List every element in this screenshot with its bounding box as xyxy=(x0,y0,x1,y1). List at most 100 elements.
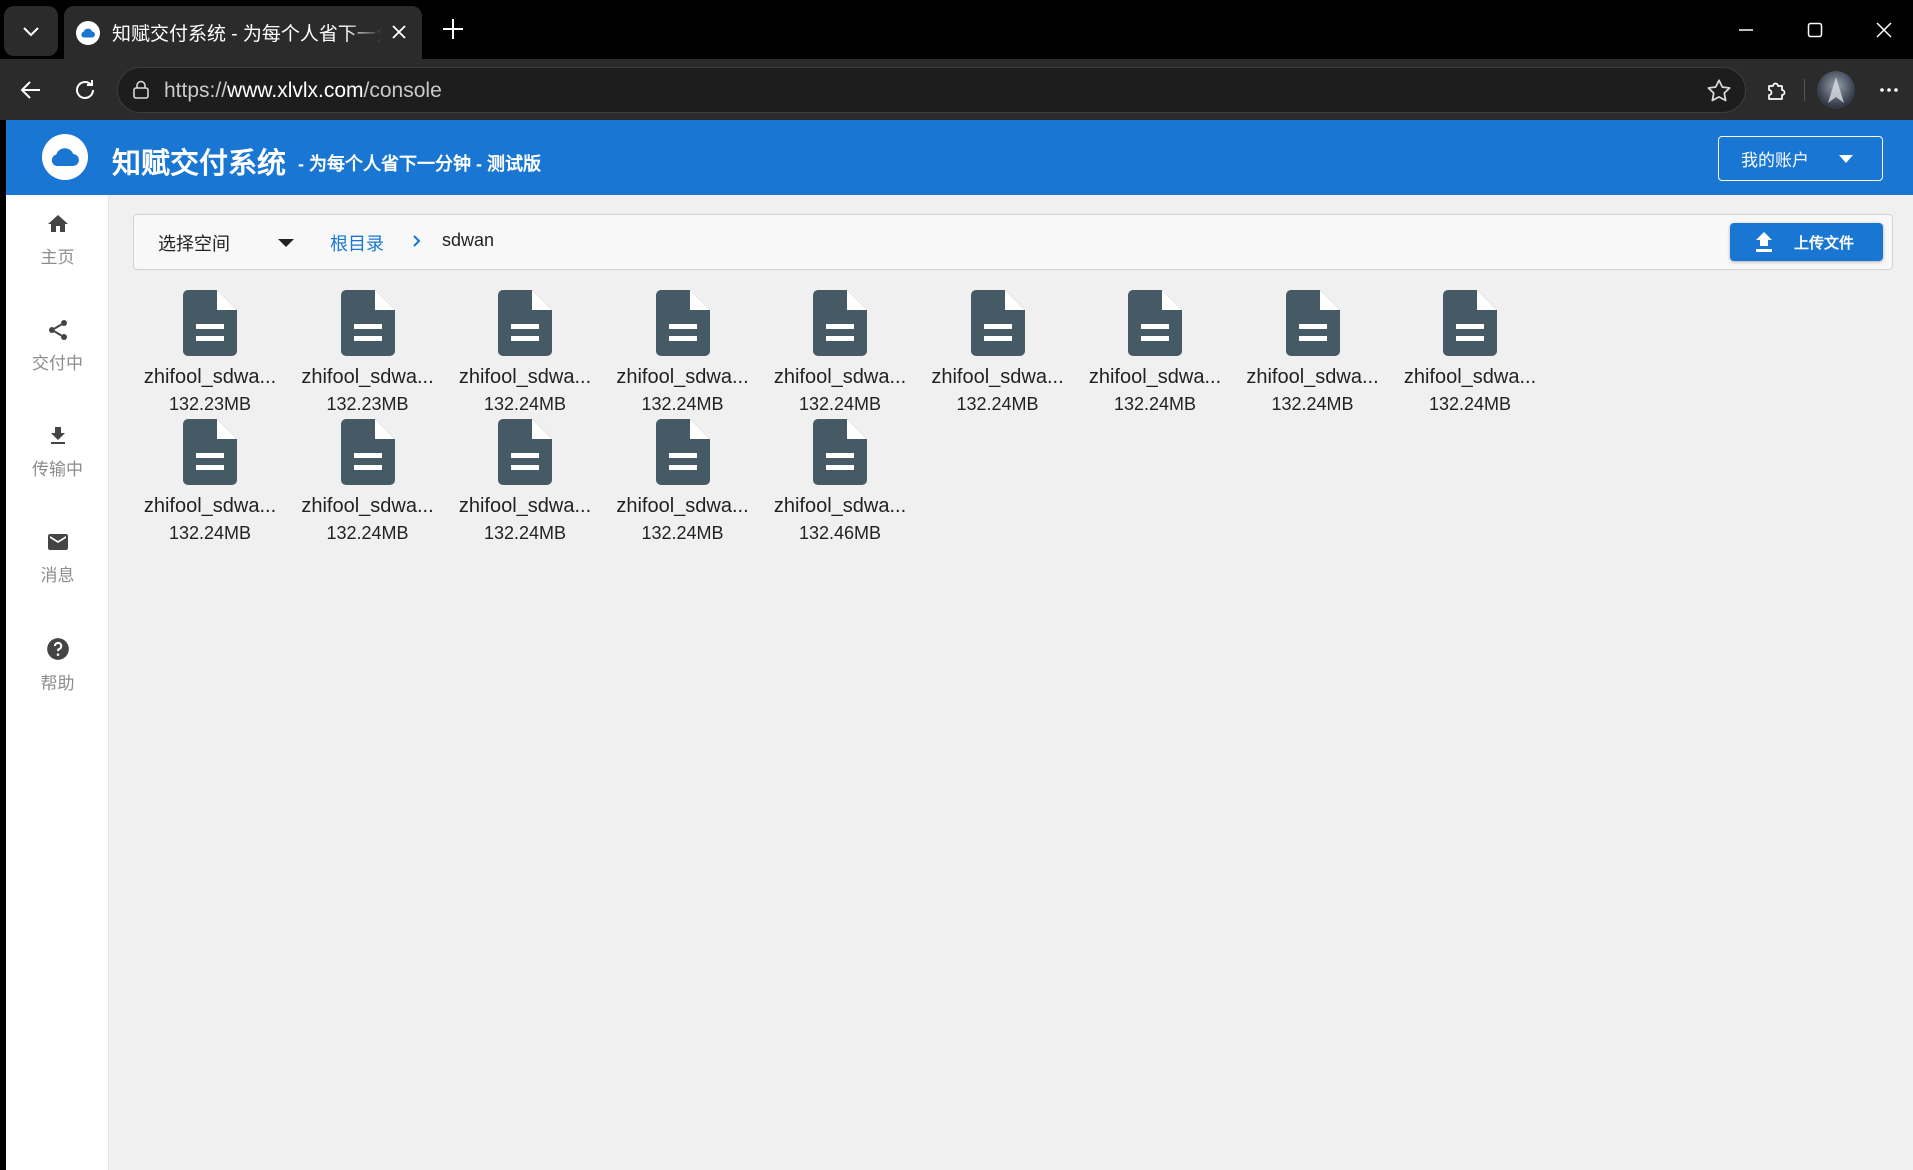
sidebar-item-messages[interactable]: 消息 xyxy=(6,518,109,598)
file-document-icon xyxy=(655,419,710,485)
new-tab-button[interactable] xyxy=(436,12,470,46)
browser-toolbar: https://www.xlvlx.com/console xyxy=(0,59,1913,120)
cloud-logo-icon[interactable] xyxy=(42,134,88,180)
sidebar-item-label: 消息 xyxy=(40,566,75,585)
file-document-icon xyxy=(1128,290,1182,356)
file-name: zhifool_sdwa... xyxy=(1403,366,1537,388)
url-path: /console xyxy=(363,79,442,102)
file-document-icon xyxy=(183,419,237,485)
breadcrumb-current: sdwan xyxy=(442,230,495,250)
share-icon xyxy=(48,320,67,340)
profile-avatar[interactable] xyxy=(1817,71,1855,109)
tab-close-icon[interactable] xyxy=(386,19,412,45)
file-item[interactable]: zhifool_sdwa... 132.24MB xyxy=(604,419,762,569)
path-toolbar: 选择空间 根目录 sdwan 上传文件 xyxy=(133,214,1893,270)
file-size: 132.24MB xyxy=(641,394,724,414)
cloud-favicon-icon xyxy=(76,20,100,45)
file-name: zhifool_sdwa... xyxy=(143,366,277,388)
back-button[interactable] xyxy=(10,69,52,111)
window-close-button[interactable] xyxy=(1859,8,1909,52)
file-item[interactable]: zhifool_sdwa... 132.24MB xyxy=(1076,290,1234,440)
file-size: 132.24MB xyxy=(1113,394,1197,414)
caret-down-icon[interactable] xyxy=(278,239,294,247)
lock-icon[interactable] xyxy=(130,79,152,106)
file-name: zhifool_sdwa... xyxy=(301,366,434,388)
sidebar-item-help[interactable]: 帮助 xyxy=(6,624,109,704)
file-size: 132.24MB xyxy=(1271,394,1354,414)
file-item[interactable]: zhifool_sdwa... 132.24MB xyxy=(289,419,447,569)
file-item[interactable]: zhifool_sdwa... 132.23MB xyxy=(131,290,289,440)
sidebar-item-label: 主页 xyxy=(40,248,75,267)
file-size: 132.24MB xyxy=(483,394,567,414)
file-document-icon xyxy=(813,419,867,485)
file-item[interactable]: zhifool_sdwa... 132.24MB xyxy=(1391,290,1549,440)
window-maximize-button[interactable] xyxy=(1790,8,1840,52)
file-name: zhifool_sdwa... xyxy=(458,366,592,388)
file-item[interactable]: zhifool_sdwa... 132.24MB xyxy=(446,290,604,440)
select-space-dropdown[interactable]: 选择空间 xyxy=(158,230,230,256)
file-document-icon xyxy=(340,419,395,485)
file-size: 132.24MB xyxy=(483,523,567,543)
file-size: 132.24MB xyxy=(798,394,882,414)
file-document-icon xyxy=(340,290,395,356)
reload-button[interactable] xyxy=(64,69,106,111)
app-brand-title[interactable]: 知赋交付系统 xyxy=(112,140,286,182)
browser-menu-button[interactable] xyxy=(1868,69,1910,111)
file-document-icon xyxy=(498,419,552,485)
file-item[interactable]: zhifool_sdwa... 132.24MB xyxy=(131,419,289,569)
file-size: 132.24MB xyxy=(326,523,409,543)
chevron-down-icon xyxy=(23,27,39,37)
file-name: zhifool_sdwa... xyxy=(1246,366,1379,388)
upload-file-label: 上传文件 xyxy=(1794,234,1855,252)
browser-tab-active[interactable]: 知赋交付系统 - 为每个人省下一分钟 - 测试版 xyxy=(64,6,422,59)
sidebar-item-transferring[interactable]: 传输中 xyxy=(6,412,109,492)
maximize-icon xyxy=(1807,22,1823,38)
file-item[interactable]: zhifool_sdwa... 132.24MB xyxy=(919,290,1077,440)
file-name: zhifool_sdwa... xyxy=(143,495,277,517)
file-size: 132.23MB xyxy=(168,394,252,414)
url-host: www.xlvlx.com xyxy=(227,79,364,102)
file-size: 132.46MB xyxy=(798,523,882,543)
file-name: zhifool_sdwa... xyxy=(458,495,592,517)
toolbar-divider xyxy=(1804,79,1805,101)
file-name: zhifool_sdwa... xyxy=(616,366,749,388)
file-document-icon xyxy=(813,290,867,356)
file-item[interactable]: zhifool_sdwa... 132.24MB xyxy=(761,290,919,440)
breadcrumb-root-link[interactable]: 根目录 xyxy=(330,230,384,256)
caret-down-icon xyxy=(1839,155,1853,163)
upload-file-button[interactable]: 上传文件 xyxy=(1730,223,1883,261)
file-size: 132.24MB xyxy=(168,523,252,543)
browser-tab-bar: 知赋交付系统 - 为每个人省下一分钟 - 测试版 xyxy=(0,0,1913,59)
extensions-button[interactable] xyxy=(1756,69,1798,111)
browser-tab-title: 知赋交付系统 - 为每个人省下一分钟 - 测试版 xyxy=(112,24,382,45)
favorite-star-icon[interactable] xyxy=(1705,77,1733,105)
sidebar: 主页 交付中 传输中 消息 帮助 xyxy=(6,195,109,1170)
file-item[interactable]: zhifool_sdwa... 132.23MB xyxy=(289,290,447,440)
file-name: zhifool_sdwa... xyxy=(773,366,907,388)
address-bar[interactable]: https://www.xlvlx.com/console xyxy=(117,67,1746,113)
mail-icon xyxy=(47,534,68,550)
sidebar-item-home[interactable]: 主页 xyxy=(6,200,109,280)
tab-actions-menu-button[interactable] xyxy=(4,6,58,56)
file-name: zhifool_sdwa... xyxy=(1088,366,1222,388)
plus-icon xyxy=(443,19,463,39)
file-name: zhifool_sdwa... xyxy=(931,366,1064,388)
puzzle-icon xyxy=(1768,82,1786,100)
page-viewport: 知赋交付系统 - 为每个人省下一分钟 - 测试版 我的账户 主页 交付中 传输中… xyxy=(6,120,1913,1170)
app-brand-subtitle: - 为每个人省下一分钟 - 测试版 xyxy=(298,154,541,174)
file-size: 132.24MB xyxy=(956,394,1039,414)
file-document-icon xyxy=(1443,290,1497,356)
my-account-button[interactable]: 我的账户 xyxy=(1718,136,1883,181)
file-item[interactable]: zhifool_sdwa... 132.24MB xyxy=(604,290,762,440)
sidebar-item-label: 传输中 xyxy=(32,460,83,479)
file-item[interactable]: zhifool_sdwa... 132.24MB xyxy=(446,419,604,569)
file-item[interactable]: zhifool_sdwa... 132.24MB xyxy=(1234,290,1392,440)
file-size: 132.24MB xyxy=(1428,394,1512,414)
sidebar-item-delivering[interactable]: 交付中 xyxy=(6,306,109,386)
home-icon xyxy=(47,215,68,232)
window-minimize-button[interactable] xyxy=(1721,8,1771,52)
file-size: 132.24MB xyxy=(641,523,724,543)
file-item[interactable]: zhifool_sdwa... 132.46MB xyxy=(761,419,919,569)
file-document-icon xyxy=(970,290,1025,356)
app-header: 知赋交付系统 - 为每个人省下一分钟 - 测试版 我的账户 xyxy=(6,120,1913,195)
